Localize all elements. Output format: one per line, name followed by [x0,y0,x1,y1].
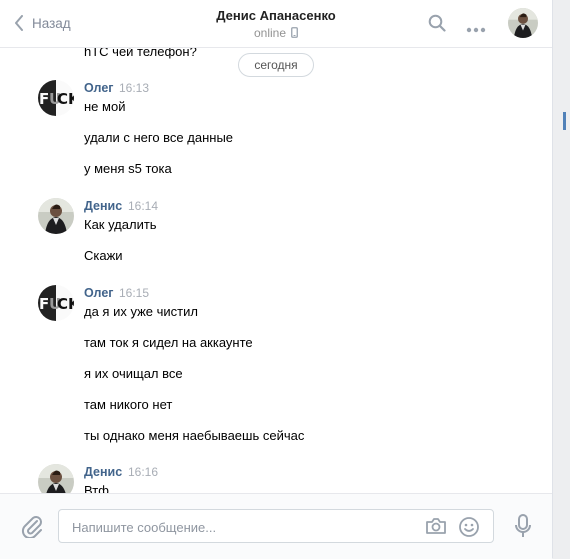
camera-icon[interactable] [425,516,447,541]
chat-header: Назад Денис Апанасенко online [0,0,552,48]
message-input-box [58,509,494,543]
message-text: удали с него все данные [84,130,234,145]
message-text: hTC чей телефон? [84,48,197,59]
message-text: я их очищал все [84,366,183,381]
sender-avatar[interactable] [38,464,74,493]
message-composer [0,493,552,559]
sender-avatar[interactable] [38,198,74,234]
message-text: Скажи [84,248,123,263]
author-name[interactable]: Денис [84,465,122,479]
svg-text:CK: CK [57,90,74,108]
smile-icon[interactable] [458,516,480,543]
message-input[interactable] [70,517,414,537]
message-text: там ток я сидел на аккаунте [84,335,253,350]
author-name[interactable]: Олег [84,286,114,300]
svg-text:F: F [39,90,49,108]
svg-text:CK: CK [57,295,74,313]
message-time: 16:13 [119,81,150,95]
paperclip-icon[interactable] [21,514,43,543]
scrollbar-indicator[interactable] [563,112,566,130]
message-text: там никого нет [84,397,173,412]
sender-avatar[interactable]: F U CK [38,80,74,116]
sender-avatar[interactable]: F U CK [38,285,74,321]
message-text: не мой [84,99,126,114]
message-text: Как удалить [84,217,157,232]
svg-text:F: F [39,295,49,313]
fuck-logo-avatar: F UCK [38,285,74,321]
message-time: 16:15 [119,286,150,300]
message-text: Втф [84,483,109,493]
fuck-logo-avatar: F UCK [38,80,74,116]
author-name[interactable]: Олег [84,81,114,95]
status-text: online [253,26,287,40]
user-photo-avatar [38,198,74,234]
message-time: 16:14 [128,199,159,213]
message-text: ты однако меня наебываешь сейчас [84,428,305,443]
message-feed: hTC чей телефон? сегодня F U CK Олег 16:13… [0,48,552,493]
author-name[interactable]: Денис [84,199,122,213]
chat-window: Назад Денис Апанасенко online hTC чей те… [0,0,553,559]
contact-avatar[interactable] [508,8,538,38]
message-text: у меня s5 тока [84,161,172,176]
date-divider: сегодня [238,53,314,77]
message-text: да я их уже чистил [84,304,198,319]
phone-icon [291,27,298,41]
more-icon[interactable] [466,20,486,38]
search-icon[interactable] [428,14,446,37]
user-photo-avatar [38,464,74,493]
message-time: 16:16 [128,465,159,479]
mic-icon[interactable] [513,513,533,544]
